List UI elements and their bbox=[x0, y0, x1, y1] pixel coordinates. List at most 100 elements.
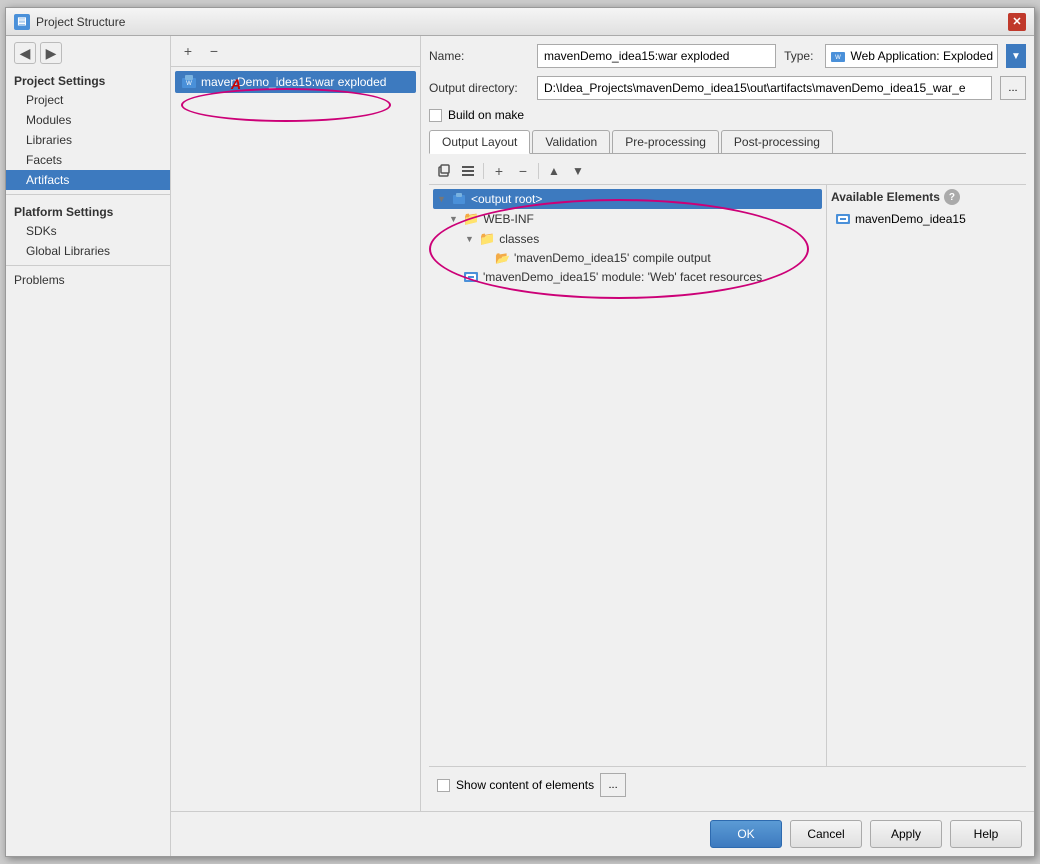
output-remove-btn[interactable]: − bbox=[512, 160, 534, 182]
output-split: B ▼ <output roo bbox=[429, 185, 1026, 766]
expand-icon3: ▼ bbox=[465, 234, 475, 244]
browse-button[interactable]: ... bbox=[1000, 76, 1026, 100]
detail-panel: Name: Type: W Web Application: Exploded … bbox=[421, 36, 1034, 811]
add-artifact-button[interactable]: + bbox=[177, 40, 199, 62]
name-input[interactable] bbox=[537, 44, 776, 68]
tree-row-web-inf[interactable]: ▼ 📁 WEB-INF bbox=[433, 209, 822, 229]
toolbar-separator bbox=[483, 163, 484, 179]
folder-icon3: 📂 bbox=[495, 251, 510, 265]
sidebar-item-sdks[interactable]: SDKs bbox=[6, 221, 170, 241]
output-toolbar: + − ▲ ▼ bbox=[429, 158, 1026, 185]
artifact-list-panel: + − W mavenDemo_idea15:war exploded bbox=[171, 36, 421, 811]
available-elements-header: Available Elements ? bbox=[831, 189, 1022, 205]
title-bar-left: ▤ Project Structure bbox=[14, 14, 125, 30]
show-content-checkbox[interactable] bbox=[437, 779, 450, 792]
window-title: Project Structure bbox=[36, 15, 125, 29]
svg-text:W: W bbox=[836, 55, 842, 61]
project-settings-section: Project Settings bbox=[6, 68, 170, 90]
classes-label: classes bbox=[499, 232, 539, 246]
available-elements-item[interactable]: mavenDemo_idea15 bbox=[831, 209, 1022, 229]
available-elements-label: Available Elements bbox=[831, 190, 940, 204]
show-content-row: Show content of elements ... bbox=[429, 766, 1026, 803]
output-down-btn[interactable]: ▼ bbox=[567, 160, 589, 182]
ok-button[interactable]: OK bbox=[710, 820, 782, 848]
tab-post-processing[interactable]: Post-processing bbox=[721, 130, 833, 153]
tree-row-compile-output[interactable]: 📂 'mavenDemo_idea15' compile output bbox=[433, 249, 822, 267]
output-layout-content: + − ▲ ▼ B bbox=[429, 158, 1026, 803]
remove-artifact-button[interactable]: − bbox=[203, 40, 225, 62]
artifact-item-label: mavenDemo_idea15:war exploded bbox=[201, 75, 386, 89]
output-list-btn[interactable] bbox=[457, 160, 479, 182]
build-on-make-label: Build on make bbox=[448, 108, 524, 122]
tab-output-layout[interactable]: Output Layout bbox=[429, 130, 530, 154]
folder-icon2: 📁 bbox=[479, 231, 495, 247]
artifact-list-content: W mavenDemo_idea15:war exploded bbox=[171, 67, 420, 811]
copy-icon bbox=[436, 163, 452, 179]
close-button[interactable]: ✕ bbox=[1008, 13, 1026, 31]
tree-row-web-facet[interactable]: 'mavenDemo_idea15' module: 'Web' facet r… bbox=[433, 267, 822, 287]
tree-row-output-root[interactable]: ▼ <output root> bbox=[433, 189, 822, 209]
sidebar-item-problems[interactable]: Problems bbox=[6, 270, 170, 290]
forward-button[interactable]: ▶ bbox=[40, 42, 62, 64]
build-on-make-row: Build on make bbox=[429, 108, 1026, 122]
tab-pre-processing[interactable]: Pre-processing bbox=[612, 130, 719, 153]
show-content-btn[interactable]: ... bbox=[600, 773, 626, 797]
list-icon bbox=[460, 163, 476, 179]
sidebar-item-artifacts[interactable]: Artifacts bbox=[6, 170, 170, 190]
web-inf-label: WEB-INF bbox=[483, 212, 534, 226]
expand-icon: ▼ bbox=[437, 194, 447, 204]
folder-icon: 📁 bbox=[463, 211, 479, 227]
output-up-btn[interactable]: ▲ bbox=[543, 160, 565, 182]
compile-output-label: 'mavenDemo_idea15' compile output bbox=[514, 251, 711, 265]
type-select[interactable]: W Web Application: Exploded bbox=[825, 44, 998, 68]
window-icon: ▤ bbox=[14, 14, 30, 30]
sidebar-item-facets[interactable]: Facets bbox=[6, 150, 170, 170]
sidebar-divider2 bbox=[6, 265, 170, 266]
sidebar-item-libraries[interactable]: Libraries bbox=[6, 130, 170, 150]
output-root-label: <output root> bbox=[471, 192, 542, 206]
cancel-button[interactable]: Cancel bbox=[790, 820, 862, 848]
type-value: Web Application: Exploded bbox=[850, 49, 993, 63]
available-elements-panel: Available Elements ? mavenDem bbox=[826, 185, 1026, 766]
web-facet-label: 'mavenDemo_idea15' module: 'Web' facet r… bbox=[483, 270, 762, 284]
output-root-icon bbox=[451, 191, 467, 207]
right-panel: + − W mavenDemo_idea15:war exploded bbox=[171, 36, 1034, 856]
tree-row-classes[interactable]: ▼ 📁 classes bbox=[433, 229, 822, 249]
title-bar: ▤ Project Structure ✕ bbox=[6, 8, 1034, 36]
sidebar-item-modules[interactable]: Modules bbox=[6, 110, 170, 130]
output-dir-row: Output directory: ... bbox=[429, 76, 1026, 100]
sidebar: ◀ ▶ Project Settings Project Modules Lib… bbox=[6, 36, 171, 856]
avail-module-icon bbox=[835, 211, 851, 227]
apply-button[interactable]: Apply bbox=[870, 820, 942, 848]
output-dir-label: Output directory: bbox=[429, 81, 529, 95]
sidebar-item-project[interactable]: Project bbox=[6, 90, 170, 110]
name-label: Name: bbox=[429, 49, 529, 63]
help-button[interactable]: Help bbox=[950, 820, 1022, 848]
output-tree: B ▼ <output roo bbox=[429, 185, 826, 766]
output-dir-input[interactable] bbox=[537, 76, 992, 100]
artifact-list-toolbar: + − bbox=[171, 36, 420, 67]
toolbar-separator2 bbox=[538, 163, 539, 179]
build-on-make-checkbox[interactable] bbox=[429, 109, 442, 122]
type-icon: W bbox=[830, 48, 846, 64]
sidebar-divider bbox=[6, 194, 170, 195]
main-content: ◀ ▶ Project Settings Project Modules Lib… bbox=[6, 36, 1034, 856]
platform-settings-section: Platform Settings bbox=[6, 199, 170, 221]
artifact-item[interactable]: W mavenDemo_idea15:war exploded bbox=[175, 71, 416, 93]
sidebar-item-global-libraries[interactable]: Global Libraries bbox=[6, 241, 170, 261]
output-add-btn[interactable]: + bbox=[488, 160, 510, 182]
type-dropdown-button[interactable]: ▼ bbox=[1006, 44, 1026, 68]
tab-validation[interactable]: Validation bbox=[532, 130, 610, 153]
footer: OK Cancel Apply Help bbox=[171, 811, 1034, 856]
project-structure-window: ▤ Project Structure ✕ ◀ ▶ Project Settin… bbox=[5, 7, 1035, 857]
output-copy-btn[interactable] bbox=[433, 160, 455, 182]
show-content-label: Show content of elements bbox=[456, 778, 594, 792]
back-button[interactable]: ◀ bbox=[14, 42, 36, 64]
tabs-bar: Output Layout Validation Pre-processing … bbox=[429, 130, 1026, 154]
available-item-label: mavenDemo_idea15 bbox=[855, 212, 966, 226]
name-row: Name: Type: W Web Application: Exploded … bbox=[429, 44, 1026, 68]
artifact-icon: W bbox=[181, 74, 197, 90]
annotation-label-a: A bbox=[231, 76, 241, 92]
split-container: + − W mavenDemo_idea15:war exploded bbox=[171, 36, 1034, 811]
help-icon-button[interactable]: ? bbox=[944, 189, 960, 205]
